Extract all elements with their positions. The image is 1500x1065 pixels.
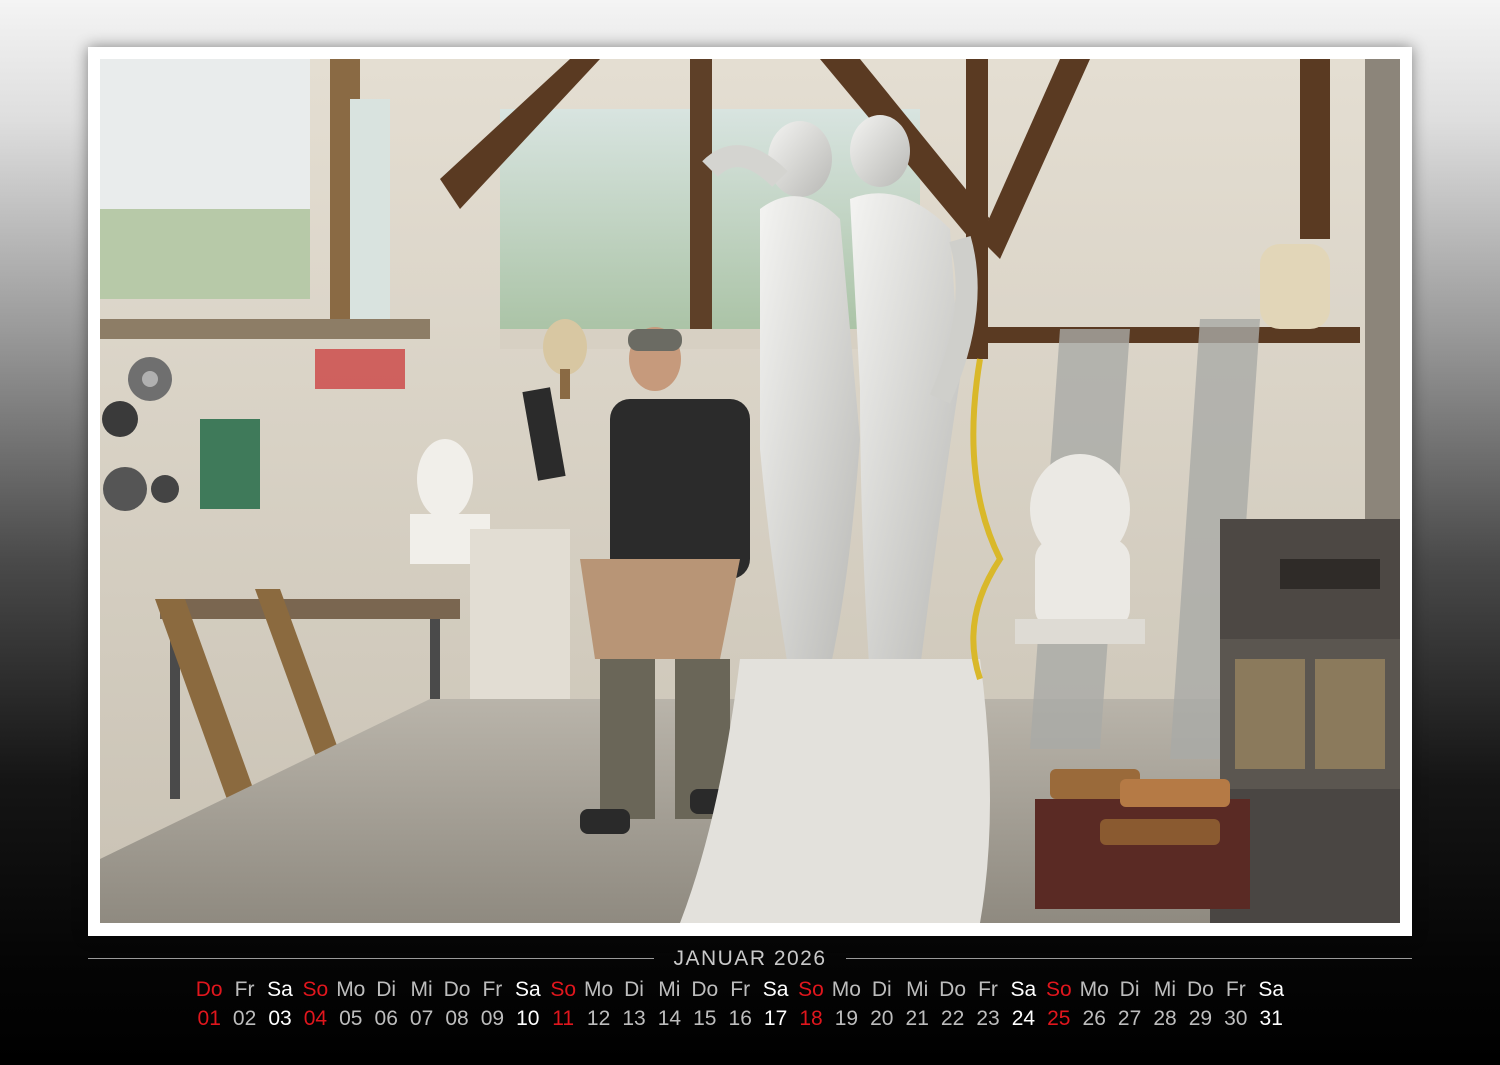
weekday-label: Mo — [1079, 978, 1109, 1001]
day-number: 16 — [728, 1007, 752, 1030]
weekday-label: Mi — [906, 978, 929, 1001]
day-number: 03 — [268, 1007, 292, 1030]
weekday-label: Mi — [1153, 978, 1177, 1001]
weekday-label: Do — [443, 978, 471, 1001]
day-number: 29 — [1188, 1007, 1213, 1030]
day-number: 17 — [763, 1007, 788, 1030]
day-number: 08 — [445, 1007, 469, 1030]
day-number: 11 — [552, 1007, 575, 1030]
weekday-label: Sa — [762, 978, 789, 1001]
weekday-label: Fr — [978, 978, 998, 1001]
day-number: 22 — [940, 1007, 965, 1030]
weekday-label: Do — [939, 978, 967, 1001]
weekday-label: Mi — [658, 978, 681, 1001]
weekday-label: Fr — [730, 978, 751, 1001]
weekday-label: Di — [1119, 978, 1140, 1001]
day-number: 20 — [870, 1007, 894, 1030]
weekday-label: Sa — [514, 978, 541, 1001]
day-number: 21 — [905, 1007, 929, 1030]
weekday-label: So — [798, 978, 824, 1001]
day-number: 27 — [1117, 1007, 1142, 1030]
weekday-label: Mo — [831, 978, 861, 1001]
weekday-label: Do — [1186, 978, 1214, 1001]
weekday-label: Do — [691, 978, 719, 1001]
day-number: 25 — [1047, 1007, 1071, 1030]
day-number-row: 01 02 03 04 05 06 07 08 09 10 11 12 13 14 15 16 17 18 19 20… — [0, 1005, 1500, 1033]
day-number: 09 — [480, 1007, 505, 1030]
weekday-label: So — [550, 978, 577, 1001]
day-number: 12 — [586, 1007, 611, 1030]
day-number: 04 — [303, 1007, 328, 1030]
weekday-label: Di — [871, 978, 892, 1001]
day-number: 15 — [693, 1007, 717, 1030]
day-number: 26 — [1082, 1007, 1106, 1030]
weekday-label: Mo — [336, 978, 366, 1001]
workshop-photo — [100, 59, 1400, 923]
day-number: 01 — [197, 1007, 221, 1030]
header-rule-right — [846, 958, 1412, 959]
weekday-label: Di — [376, 978, 397, 1001]
weekday-label: Sa — [1010, 978, 1037, 1001]
day-number: 30 — [1224, 1007, 1248, 1030]
day-number: 06 — [374, 1007, 398, 1030]
weekday-label: Fr — [234, 978, 255, 1001]
month-title: JANUAR 2026 — [673, 947, 827, 970]
day-number: 10 — [516, 1007, 540, 1030]
day-number: 31 — [1259, 1007, 1283, 1030]
day-number: 07 — [409, 1007, 434, 1030]
workshop-photo-illustration — [100, 59, 1400, 923]
weekday-label: Fr — [1225, 978, 1246, 1001]
calendar-header: JANUAR 2026 — [88, 946, 1412, 974]
weekday-label: So — [302, 978, 329, 1001]
day-number: 13 — [622, 1007, 646, 1030]
day-number: 18 — [799, 1007, 823, 1030]
header-rule-left — [88, 958, 654, 959]
day-number: 24 — [1011, 1007, 1036, 1030]
day-number: 28 — [1153, 1007, 1177, 1030]
weekday-label: Mi — [410, 978, 433, 1001]
weekday-label: Sa — [1258, 978, 1285, 1001]
day-number: 14 — [657, 1007, 682, 1030]
weekday-row: Do Fr Sa So Mo Di Mi Do Fr Sa So Mo Di Mi Do Fr Sa So Mo Di… — [0, 976, 1500, 1004]
photo-frame — [88, 47, 1412, 936]
weekday-label: So — [1045, 978, 1072, 1001]
day-number: 23 — [976, 1007, 1000, 1030]
weekday-label: Sa — [267, 978, 293, 1001]
weekday-label: Fr — [482, 978, 503, 1001]
weekday-label: Mo — [583, 978, 614, 1001]
weekday-label: Do — [195, 978, 223, 1001]
day-number: 05 — [339, 1007, 363, 1030]
day-number: 19 — [834, 1007, 859, 1030]
day-number: 02 — [232, 1007, 257, 1030]
weekday-label: Di — [624, 978, 644, 1001]
